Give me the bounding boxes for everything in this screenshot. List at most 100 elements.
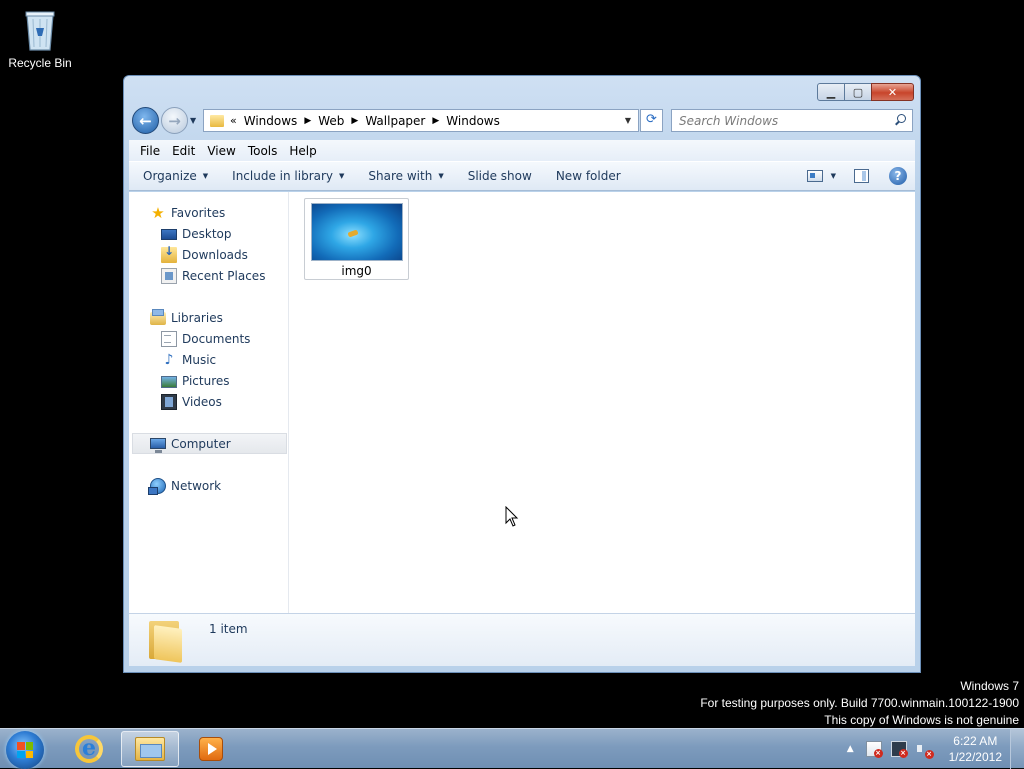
- recycle-bin-shortcut[interactable]: Recycle Bin: [4, 6, 76, 70]
- nav-recent-places[interactable]: Recent Places: [129, 265, 288, 286]
- recent-places-icon: [161, 267, 177, 284]
- breadcrumb-overflow[interactable]: «: [230, 114, 237, 127]
- chevron-right-icon[interactable]: ▶: [304, 116, 311, 126]
- clock[interactable]: 6:22 AM 1/22/2012: [949, 733, 1002, 765]
- organize-button[interactable]: Organize ▼: [129, 169, 218, 183]
- chevron-right-icon[interactable]: ▶: [432, 116, 439, 126]
- start-button[interactable]: [6, 731, 44, 769]
- share-with-label: Share with: [368, 169, 433, 183]
- nav-recent-places-label: Recent Places: [182, 268, 266, 283]
- action-center-icon[interactable]: ×: [865, 741, 883, 758]
- include-in-library-label: Include in library: [232, 169, 334, 183]
- nav-documents[interactable]: Documents: [129, 328, 288, 349]
- media-player-icon: [199, 737, 223, 761]
- windows-watermark: Windows 7 For testing purposes only. Bui…: [700, 678, 1019, 729]
- forward-button[interactable]: →: [161, 107, 188, 134]
- taskbar: e ▲ × × × 6:22 AM 1/22/2012: [0, 728, 1024, 769]
- pictures-icon: [161, 375, 177, 388]
- menu-tools[interactable]: Tools: [243, 144, 285, 158]
- slide-show-button[interactable]: Slide show: [454, 169, 542, 183]
- nav-desktop[interactable]: Desktop: [129, 223, 288, 244]
- nav-downloads[interactable]: Downloads: [129, 244, 288, 265]
- file-item[interactable]: img0: [304, 198, 409, 280]
- folder-icon: [149, 621, 183, 663]
- documents-icon: [161, 330, 177, 347]
- videos-icon: [161, 393, 177, 410]
- internet-explorer-icon: e: [75, 735, 103, 763]
- refresh-button[interactable]: ⟳: [640, 109, 663, 132]
- chevron-right-icon[interactable]: ▶: [351, 116, 358, 126]
- search-icon[interactable]: [891, 112, 909, 130]
- nav-documents-label: Documents: [182, 331, 251, 346]
- folder-icon: [210, 114, 224, 127]
- new-folder-label: New folder: [555, 169, 621, 183]
- change-view-icon[interactable]: [806, 170, 823, 182]
- recycle-bin-icon: [22, 6, 58, 52]
- windows-explorer-icon: [135, 737, 165, 761]
- navigation-row: ← → ▼ « Windows ▶ Web ▶ Wallpaper ▶ Wind…: [130, 106, 914, 136]
- include-in-library-button[interactable]: Include in library ▼: [218, 169, 354, 183]
- view-controls: ▼ ?: [806, 167, 915, 185]
- maximize-button[interactable]: ▢: [844, 83, 872, 101]
- chevron-down-icon: ▼: [339, 172, 345, 180]
- nav-videos[interactable]: Videos: [129, 391, 288, 412]
- menu-help[interactable]: Help: [284, 144, 323, 158]
- nav-pictures[interactable]: Pictures: [129, 370, 288, 391]
- back-button[interactable]: ←: [132, 107, 159, 134]
- new-folder-button[interactable]: New folder: [542, 169, 631, 183]
- share-with-button[interactable]: Share with ▼: [354, 169, 453, 183]
- show-desktop-button[interactable]: [1010, 729, 1024, 769]
- details-pane: 1 item: [129, 613, 915, 666]
- search-box[interactable]: [671, 109, 913, 132]
- nav-network-label: Network: [171, 478, 222, 493]
- taskbar-media-player[interactable]: [182, 731, 240, 767]
- nav-downloads-label: Downloads: [182, 247, 248, 262]
- help-icon[interactable]: ?: [889, 167, 907, 185]
- computer-icon: [150, 438, 166, 453]
- watermark-line-2: For testing purposes only. Build 7700.wi…: [700, 696, 1019, 710]
- address-dropdown-icon[interactable]: ▼: [618, 116, 638, 125]
- file-list[interactable]: img0: [289, 192, 915, 613]
- volume-icon[interactable]: ×: [916, 741, 934, 759]
- search-input[interactable]: [679, 113, 891, 128]
- mouse-cursor-icon: [505, 506, 519, 527]
- address-bar[interactable]: « Windows ▶ Web ▶ Wallpaper ▶ Windows ▼: [203, 109, 639, 132]
- watermark-line-3: This copy of Windows is not genuine: [824, 713, 1019, 727]
- view-options-dropdown-icon[interactable]: ▼: [831, 172, 836, 180]
- error-x-icon: ×: [873, 749, 883, 758]
- windows-logo-icon: [17, 742, 33, 758]
- nav-music[interactable]: ♪ Music: [129, 349, 288, 370]
- breadcrumb-windows-current[interactable]: Windows: [446, 114, 500, 128]
- nav-favorites[interactable]: ★ Favorites: [129, 202, 288, 223]
- watermark-line-1: Windows 7: [960, 679, 1019, 693]
- preview-pane-icon[interactable]: [854, 169, 869, 183]
- close-button[interactable]: ✕: [871, 83, 914, 101]
- nav-computer[interactable]: Computer: [132, 433, 287, 454]
- clock-time: 6:22 AM: [953, 734, 998, 748]
- taskbar-internet-explorer[interactable]: e: [60, 731, 118, 767]
- menu-edit[interactable]: Edit: [167, 144, 202, 158]
- breadcrumb-wallpaper[interactable]: Wallpaper: [365, 114, 425, 128]
- nav-videos-label: Videos: [182, 394, 222, 409]
- desktop: Recycle Bin ▁ ▢ ✕ ← → ▼ « Windows ▶ Web …: [0, 0, 1024, 728]
- taskbar-windows-explorer[interactable]: [121, 731, 179, 767]
- item-count: 1 item: [209, 622, 248, 636]
- system-tray: ▲ × × × 6:22 AM 1/22/2012: [847, 731, 1002, 767]
- recent-pages-dropdown[interactable]: ▼: [190, 116, 196, 125]
- explorer-body: ★ Favorites Desktop Downloads Recent Pla…: [129, 192, 915, 613]
- menu-view[interactable]: View: [202, 144, 242, 158]
- music-icon: ♪: [164, 351, 174, 368]
- breadcrumb-web[interactable]: Web: [318, 114, 344, 128]
- nav-pictures-label: Pictures: [182, 373, 230, 388]
- minimize-button[interactable]: ▁: [817, 83, 845, 101]
- network-tray-icon[interactable]: ×: [890, 741, 908, 758]
- breadcrumb-windows[interactable]: Windows: [244, 114, 298, 128]
- chevron-down-icon: ▼: [202, 172, 209, 180]
- chevron-down-icon: ▼: [438, 172, 444, 180]
- recycle-bin-label: Recycle Bin: [8, 56, 72, 70]
- nav-network[interactable]: Network: [129, 475, 288, 496]
- menu-file[interactable]: File: [135, 144, 167, 158]
- nav-libraries[interactable]: Libraries: [129, 307, 288, 328]
- command-bar: Organize ▼ Include in library ▼ Share wi…: [129, 161, 915, 191]
- show-hidden-icons-button[interactable]: ▲: [847, 744, 854, 754]
